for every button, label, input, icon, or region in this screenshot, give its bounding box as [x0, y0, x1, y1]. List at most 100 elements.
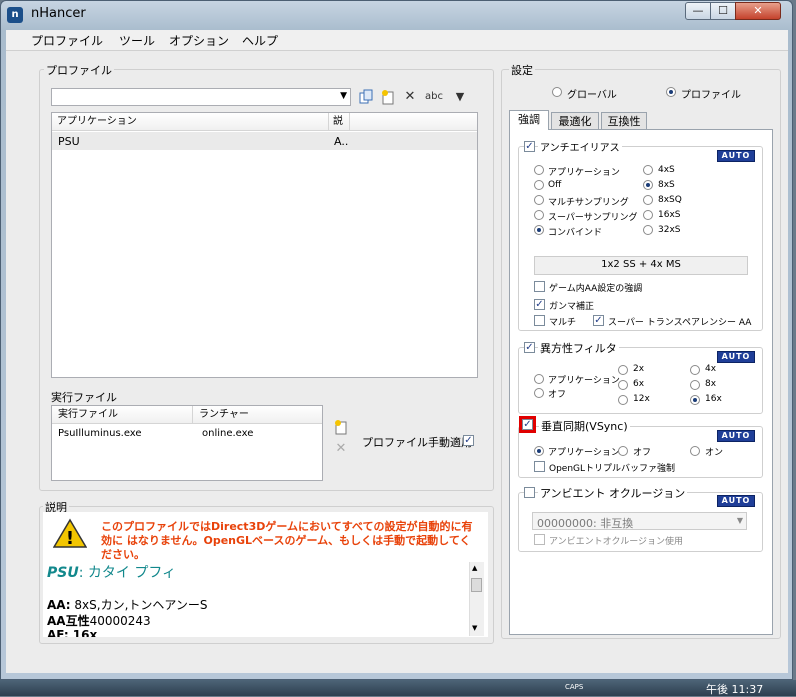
taskbar-clock[interactable]: 午後 11:37: [706, 681, 763, 697]
copy-icon[interactable]: [358, 89, 374, 105]
scope-global-radio[interactable]: [552, 87, 562, 97]
gamma-label: ガンマ補正: [549, 302, 595, 312]
scroll-down-icon[interactable]: ▼: [472, 624, 477, 632]
profile-group-label: プロファイル: [44, 62, 114, 78]
aa-radio-multisample[interactable]: [534, 195, 544, 205]
profile-combo[interactable]: ▼: [51, 88, 351, 106]
ao-auto-badge[interactable]: AUTO: [717, 495, 755, 507]
ingame-aa-checkbox[interactable]: [534, 281, 545, 292]
description-panel: ! このプロファイルではDirect3Dゲームにおいてすべての設定が自動的に有効…: [43, 512, 488, 637]
window-title: nHancer: [31, 6, 86, 21]
col-application[interactable]: アプリケーション: [57, 113, 137, 130]
ingame-aa-label: ゲーム内AA設定の強調: [549, 284, 643, 294]
chevron-down-icon: ▼: [340, 91, 347, 101]
scroll-thumb[interactable]: [471, 578, 482, 592]
col-launcher[interactable]: ランチャー: [192, 406, 249, 423]
super-transparency-label: スーパー トランスペアレンシー AA: [608, 318, 752, 328]
profile-list[interactable]: アプリケーション 説 PSU A..: [51, 112, 478, 378]
remove-executable-icon[interactable]: ✕: [333, 441, 349, 457]
aa-mode-display: 1x2 SS + 4x MS: [534, 256, 748, 275]
desc-line-af: AF: 16x: [47, 628, 98, 637]
ao-combo[interactable]: 00000000: 非互換 ▼: [532, 512, 747, 530]
manual-apply-checkbox[interactable]: ✓: [463, 435, 474, 446]
delete-icon[interactable]: ✕: [402, 89, 418, 105]
aniso-label: 異方性フィルタ: [538, 340, 619, 356]
profile-list-header: アプリケーション 説: [52, 113, 477, 131]
aa-radio-combined[interactable]: [534, 225, 544, 235]
close-button[interactable]: ✕: [735, 2, 781, 20]
multi-transparency-checkbox[interactable]: [534, 315, 545, 326]
col-exe[interactable]: 実行ファイル: [58, 406, 118, 423]
af-radio-12x[interactable]: [618, 395, 628, 405]
scope-global-label: グローバル: [567, 90, 617, 101]
tab-optimize[interactable]: 最適化: [551, 112, 599, 130]
vsync-auto-badge[interactable]: AUTO: [717, 430, 755, 442]
table-row[interactable]: PsuIlluminus.exe online.exe: [52, 426, 322, 442]
menu-tools[interactable]: ツール: [119, 32, 155, 49]
table-row[interactable]: PSU A..: [52, 132, 477, 150]
aa-radio-8xs[interactable]: [643, 180, 653, 190]
tab-compatibility[interactable]: 互換性: [601, 112, 647, 130]
aa-radio-8xsq[interactable]: [643, 195, 653, 205]
row-desc: A..: [334, 135, 349, 148]
menu-profile[interactable]: プロファイル: [31, 32, 103, 49]
antialias-auto-badge[interactable]: AUTO: [717, 150, 755, 162]
spellcheck-icon[interactable]: abc: [424, 89, 444, 105]
aa-radio-off[interactable]: [534, 180, 544, 190]
antialias-label: アンチエイリアス: [538, 139, 622, 154]
ao-label: アンビエント オクルージョン: [538, 485, 688, 501]
nhancer-app-icon: n: [7, 7, 23, 23]
af-radio-2x[interactable]: [618, 365, 628, 375]
aa-radio-4xs[interactable]: [643, 165, 653, 175]
menu-options[interactable]: オプション: [169, 32, 229, 49]
executables-label: 実行ファイル: [51, 391, 117, 404]
add-executable-icon[interactable]: [333, 419, 349, 435]
af-radio-4x[interactable]: [690, 365, 700, 375]
chevron-down-icon: ▼: [736, 516, 743, 525]
taskbar: CAPS 午後 11:37: [0, 680, 796, 696]
aa-radio-32xs[interactable]: [643, 225, 653, 235]
aa-radio-supersample[interactable]: [534, 210, 544, 220]
menu-bar: プロファイル ツール オプション ヘルプ: [6, 30, 788, 50]
executables-header: 実行ファイル ランチャー: [52, 406, 322, 424]
menu-help[interactable]: ヘルプ: [242, 32, 278, 49]
maximize-button[interactable]: ☐: [710, 2, 736, 20]
tab-enhance[interactable]: 強調: [509, 110, 549, 130]
settings-group-label: 設定: [509, 62, 535, 78]
warning-text: このプロファイルではDirect3Dゲームにおいてすべての設定が自動的に有効に …: [101, 520, 473, 561]
scope-profile-radio[interactable]: [666, 87, 676, 97]
aniso-auto-badge[interactable]: AUTO: [717, 351, 755, 363]
ao-use-checkbox[interactable]: [534, 534, 545, 545]
executables-list[interactable]: 実行ファイル ランチャー PsuIlluminus.exe online.exe: [51, 405, 323, 481]
aa-radio-application[interactable]: [534, 165, 544, 175]
antialias-checkbox[interactable]: ✓: [524, 141, 535, 152]
vsync-label: 垂直同期(VSync): [539, 418, 630, 434]
af-radio-application[interactable]: [534, 374, 544, 384]
vsync-checkbox[interactable]: ✓: [522, 419, 533, 430]
af-radio-16x[interactable]: [690, 395, 700, 405]
aa-radio-16xs[interactable]: [643, 210, 653, 220]
vsync-radio-off[interactable]: [618, 446, 628, 456]
gamma-checkbox[interactable]: ✓: [534, 299, 545, 310]
triple-buffer-checkbox[interactable]: [534, 461, 545, 472]
new-profile-icon[interactable]: [380, 89, 396, 105]
minimize-button[interactable]: —: [685, 2, 711, 20]
vsync-radio-on[interactable]: [690, 446, 700, 456]
aniso-checkbox[interactable]: ✓: [524, 342, 535, 353]
ao-checkbox[interactable]: [524, 487, 535, 498]
col-description[interactable]: 説: [328, 113, 343, 130]
super-transparency-checkbox[interactable]: ✓: [593, 315, 604, 326]
enhance-tab-panel: ✓ アンチエイリアス AUTO アプリケーション Off マルチサンプリング ス…: [509, 129, 773, 635]
scroll-up-icon[interactable]: ▲: [472, 564, 477, 572]
row-app: PSU: [58, 135, 80, 148]
main-window: n nHancer — ☐ ✕ プロファイル ツール オプション ヘルプ プロフ…: [0, 0, 793, 680]
desc-line-aa-compat: AA互性40000243: [47, 614, 151, 628]
af-radio-off[interactable]: [534, 388, 544, 398]
af-radio-8x[interactable]: [690, 380, 700, 390]
description-scrollbar[interactable]: ▲ ▼: [469, 562, 484, 636]
manual-apply-label: プロファイル手動適用: [362, 436, 472, 449]
filter-icon[interactable]: ▼: [450, 89, 470, 105]
vsync-radio-application[interactable]: [534, 446, 544, 456]
profile-description-title: PSU: カタイ プフィ: [47, 565, 177, 581]
af-radio-6x[interactable]: [618, 380, 628, 390]
